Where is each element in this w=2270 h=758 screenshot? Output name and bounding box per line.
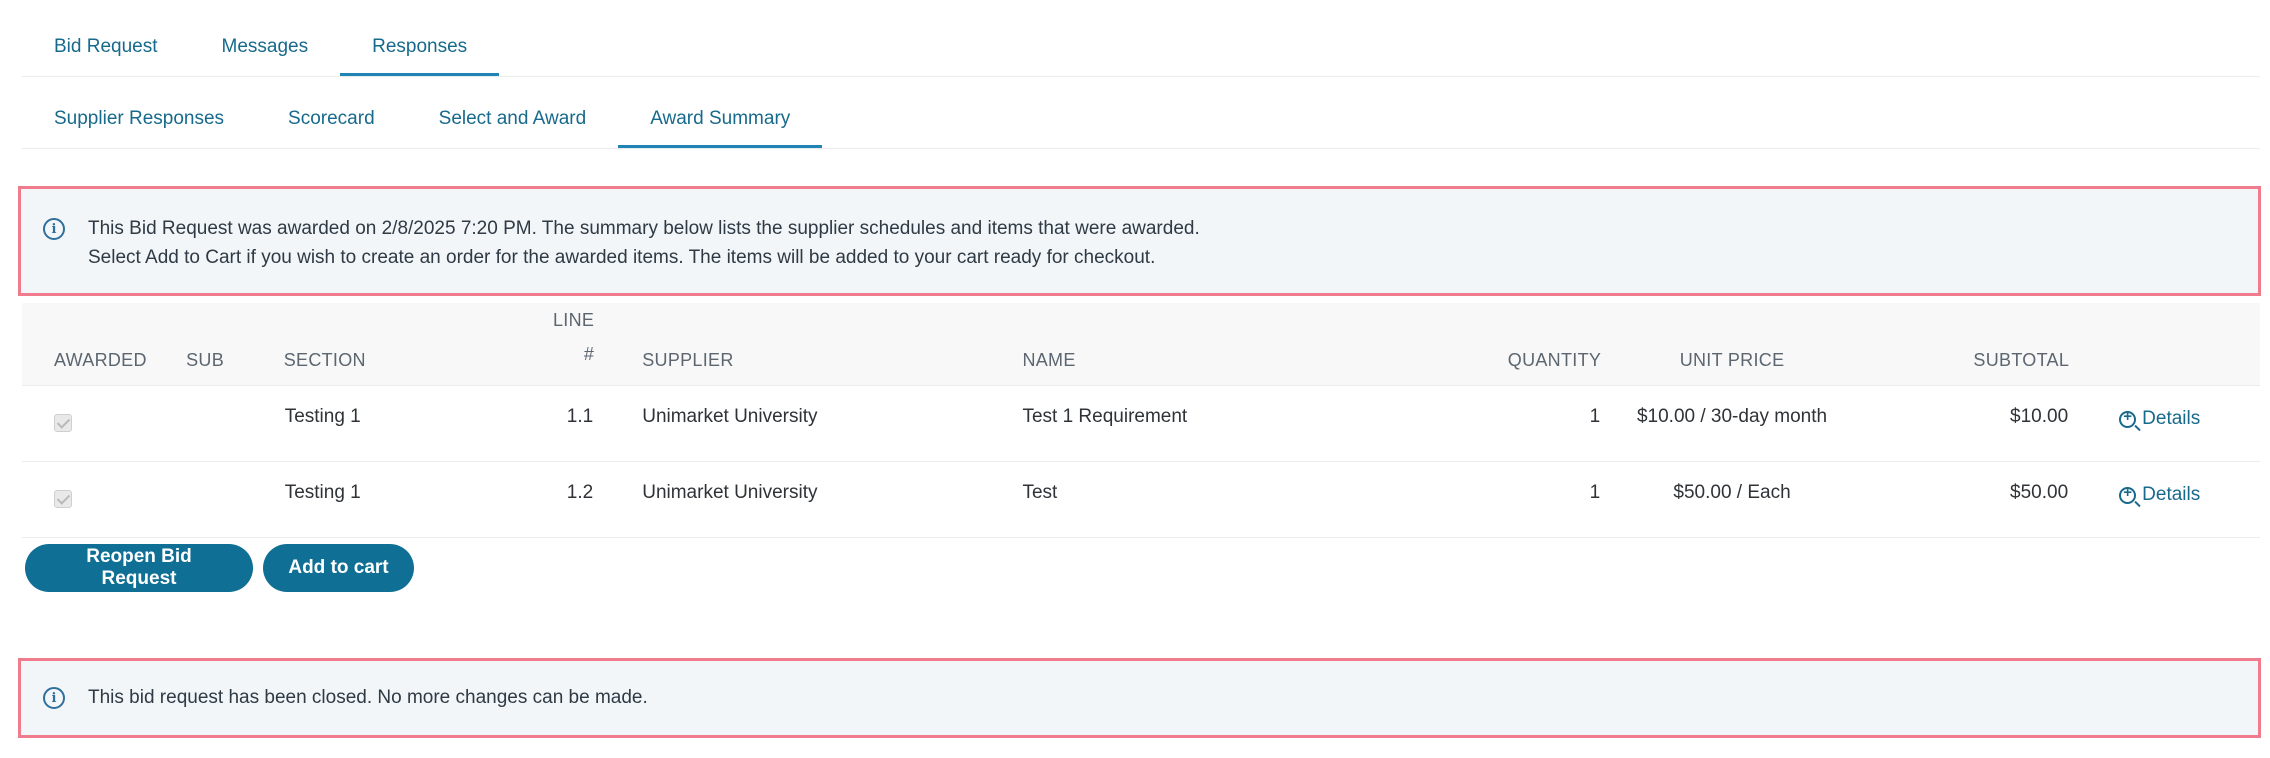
table-row: Testing 1 1.1 Unimarket University Test … xyxy=(22,385,2260,462)
tab-responses[interactable]: Responses xyxy=(340,20,500,76)
details-link[interactable]: Details xyxy=(2119,408,2200,430)
awarded-checkbox[interactable] xyxy=(54,414,72,432)
details-label: Details xyxy=(2142,484,2201,505)
col-name: NAME xyxy=(1022,350,1076,370)
col-line-bottom: # xyxy=(583,344,595,364)
details-link[interactable]: Details xyxy=(2119,484,2200,506)
col-awarded: AWARDED xyxy=(54,350,147,370)
col-unit-price: UNIT PRICE xyxy=(1679,350,1785,370)
table-header-row: AWARDED SUB SECTION LINE # SUPPLIER NAME… xyxy=(22,303,2260,386)
tab-award-summary[interactable]: Award Summary xyxy=(618,92,823,148)
closed-info-line: This bid request has been closed. No mor… xyxy=(88,687,648,708)
line-cell: 1.1 xyxy=(461,385,595,462)
zoom-in-icon xyxy=(2119,484,2137,504)
info-circle-icon: i xyxy=(43,687,65,709)
quantity-cell: 1 xyxy=(1470,461,1602,538)
tab-messages[interactable]: Messages xyxy=(190,20,341,76)
col-supplier: SUPPLIER xyxy=(642,350,734,370)
unit-price-cell: $10.00 / 30-day month xyxy=(1601,385,1863,462)
sub-cell xyxy=(186,385,284,462)
subtotal-cell: $50.00 xyxy=(1862,461,2070,538)
actions-cell: Details xyxy=(2069,385,2260,462)
sub-cell xyxy=(186,461,284,538)
award-info-text: This Bid Request was awarded on 2/8/2025… xyxy=(88,214,1200,272)
sub-tabs: Supplier Responses Scorecard Select and … xyxy=(22,92,2260,149)
award-info-line-1: This Bid Request was awarded on 2/8/2025… xyxy=(88,218,1200,239)
add-to-cart-button[interactable]: Add to cart xyxy=(263,544,414,592)
col-actions xyxy=(2069,303,2260,386)
section-cell: Testing 1 xyxy=(283,461,462,538)
closed-info-text: This bid request has been closed. No mor… xyxy=(88,683,648,712)
col-quantity: QUANTITY xyxy=(1507,350,1602,370)
line-cell: 1.2 xyxy=(461,461,595,538)
zoom-in-icon xyxy=(2119,408,2137,428)
quantity-cell: 1 xyxy=(1470,385,1602,462)
actions-cell: Details xyxy=(2069,461,2260,538)
awarded-cell xyxy=(22,461,187,538)
supplier-cell: Unimarket University xyxy=(594,385,994,462)
awarded-cell xyxy=(22,385,187,462)
col-subtotal: SUBTOTAL xyxy=(1973,350,2070,370)
tab-select-and-award[interactable]: Select and Award xyxy=(407,92,619,148)
table-row: Testing 1 1.2 Unimarket University Test … xyxy=(22,461,2260,538)
col-sub: SUB xyxy=(186,350,225,370)
award-info-alert: i This Bid Request was awarded on 2/8/20… xyxy=(18,186,2261,296)
tab-scorecard[interactable]: Scorecard xyxy=(256,92,407,148)
subtotal-cell: $10.00 xyxy=(1862,385,2070,462)
col-section: SECTION xyxy=(283,350,366,370)
main-tabs: Bid Request Messages Responses xyxy=(22,20,2260,77)
info-circle-icon: i xyxy=(43,218,65,240)
tab-bid-request[interactable]: Bid Request xyxy=(22,20,190,76)
section-cell: Testing 1 xyxy=(283,385,462,462)
award-info-line-2: Select Add to Cart if you wish to create… xyxy=(88,247,1156,268)
award-summary-table: AWARDED SUB SECTION LINE # SUPPLIER NAME… xyxy=(22,303,2260,538)
unit-price-cell: $50.00 / Each xyxy=(1601,461,1863,538)
name-cell: Test xyxy=(993,461,1471,538)
col-line-top: LINE xyxy=(553,310,595,330)
supplier-cell: Unimarket University xyxy=(594,461,994,538)
col-line: LINE # xyxy=(461,303,594,386)
awarded-checkbox[interactable] xyxy=(54,490,72,508)
closed-info-alert: i This bid request has been closed. No m… xyxy=(18,658,2261,738)
details-label: Details xyxy=(2142,408,2201,429)
name-cell: Test 1 Requirement xyxy=(993,385,1471,462)
reopen-bid-request-button[interactable]: Reopen Bid Request xyxy=(25,544,253,592)
tab-supplier-responses[interactable]: Supplier Responses xyxy=(22,92,256,148)
